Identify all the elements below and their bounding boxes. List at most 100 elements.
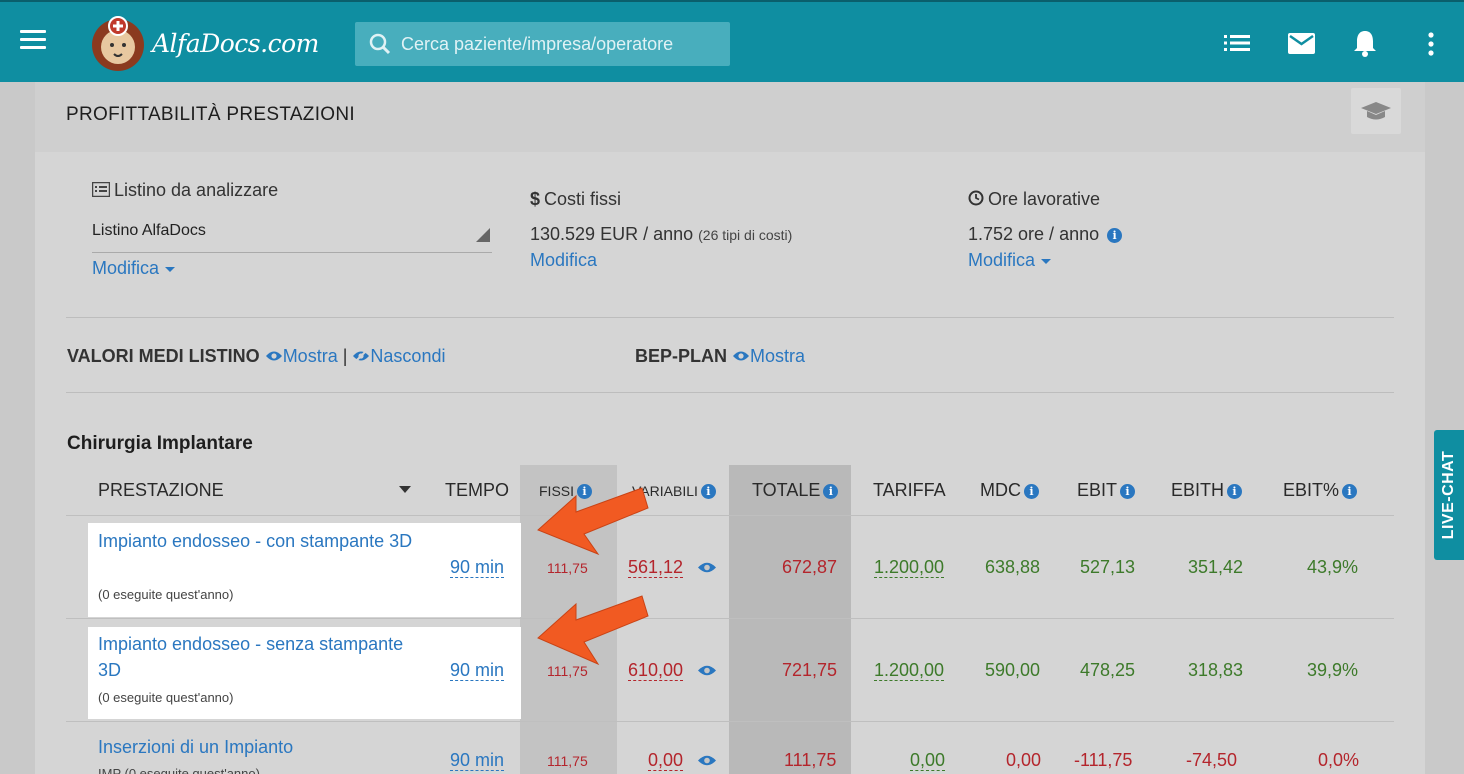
section-title: Chirurgia Implantare [67, 433, 253, 454]
table-cell-mdc: 590,00 [985, 660, 1041, 680]
costi-modifica-link[interactable]: Modifica [530, 250, 597, 271]
eye-icon[interactable] [697, 561, 717, 574]
table-cell-totale: 721,75 [782, 660, 838, 680]
table-cell-tariffa[interactable]: 1.200,00 [874, 557, 945, 578]
listino-label-text: Listino da analizzare [114, 180, 279, 200]
header-ebith: EBITH i [1171, 480, 1243, 501]
tempo-value[interactable]: 90 min [450, 660, 505, 681]
listino-modifica-text: Modifica [92, 258, 160, 278]
variabili-value[interactable]: 561,12 [628, 557, 684, 578]
header-totale-text: TOTALE [752, 480, 821, 500]
header-prestazione[interactable]: PRESTAZIONE [98, 480, 224, 501]
ore-label-text: Ore lavorative [988, 189, 1101, 209]
mostra-link[interactable]: Mostra [265, 346, 343, 366]
row-divider [66, 515, 1394, 516]
mail-icon[interactable] [1288, 33, 1315, 54]
costi-value-text: 130.529 EUR / anno [530, 224, 694, 244]
header-ebit-text: EBIT [1077, 480, 1118, 500]
dollar-icon: $ [530, 189, 541, 209]
header-tariffa: TARIFFA [873, 480, 946, 500]
valori-medi-row: VALORI MEDI LISTINO Mostra | Nascondi [67, 346, 445, 367]
tariffa-value[interactable]: 1.200,00 [874, 660, 945, 681]
ore-modifica-link[interactable]: Modifica [968, 250, 1052, 271]
valori-medi-label: VALORI MEDI LISTINO [67, 346, 260, 366]
toggle-separator: | [342, 346, 348, 366]
search-bar[interactable] [355, 22, 730, 66]
nascondi-link[interactable]: Nascondi [352, 346, 445, 366]
annotation-arrow-icon [537, 487, 649, 556]
search-input[interactable] [401, 33, 701, 55]
table-cell-tempo[interactable]: 90 min [450, 750, 505, 771]
ore-modifica-text: Modifica [968, 250, 1036, 270]
bell-icon[interactable] [1353, 29, 1377, 57]
top-bar: AlfaDocs.com [0, 0, 1464, 82]
brand-name: AlfaDocs.com [152, 28, 319, 58]
service-count: IMP (0 eseguite quest'anno) [98, 766, 260, 774]
list-alt-icon [91, 181, 111, 198]
table-cell-variabili[interactable]: 0,00 [648, 750, 684, 771]
info-icon[interactable]: i [1107, 228, 1123, 243]
live-chat-tab[interactable]: LIVE-CHAT [1434, 430, 1464, 560]
eye-icon[interactable] [697, 664, 717, 677]
info-icon[interactable]: i [1120, 484, 1136, 499]
info-icon[interactable]: i [1024, 484, 1039, 499]
mostra-text: Mostra [282, 346, 338, 366]
search-icon [369, 33, 391, 55]
table-cell-tempo[interactable]: 90 min [450, 660, 505, 681]
info-icon[interactable]: i [1227, 484, 1243, 499]
table-cell-tempo[interactable]: 90 min [450, 557, 505, 578]
graduation-cap-icon [1361, 102, 1391, 120]
info-icon[interactable]: i [823, 484, 839, 499]
panel-header: PROFITTABILITÀ PRESTAZIONI [35, 82, 1425, 152]
costi-value: 130.529 EUR / anno (26 tipi di costi) [530, 224, 792, 245]
eye-slash-icon [353, 349, 370, 363]
table-cell-totale: 672,87 [782, 557, 838, 577]
info-icon[interactable]: i [700, 484, 716, 499]
listino-modifica-link[interactable]: Modifica [92, 258, 176, 279]
info-icon[interactable]: i [1342, 484, 1358, 499]
divider [66, 317, 1394, 318]
table-cell-variabili[interactable]: 561,12 [628, 557, 684, 578]
table-cell-fissi: 111,75 [547, 753, 588, 769]
menu-icon[interactable] [20, 30, 46, 50]
service-name-link[interactable]: Impianto endosseo - con stampante 3D [98, 528, 418, 554]
tariffa-value[interactable]: 0,00 [910, 750, 946, 771]
table-cell-mdc: 638,88 [985, 557, 1041, 577]
select-arrow-icon[interactable] [476, 228, 490, 242]
bep-mostra-link[interactable]: Mostra [732, 346, 805, 366]
table-cell-ebit: -111,75 [1074, 750, 1133, 770]
caret-down-icon [165, 266, 176, 272]
divider [66, 392, 1394, 393]
header-ebit: EBIT i [1077, 480, 1136, 501]
main-panel: PROFITTABILITÀ PRESTAZIONI Listino da an… [35, 82, 1425, 774]
sort-caret-icon[interactable] [399, 486, 411, 493]
service-count: (0 eseguite quest'anno) [98, 690, 234, 705]
costi-note: (26 tipi di costi) [698, 227, 793, 243]
page-title: PROFITTABILITÀ PRESTAZIONI [66, 104, 355, 125]
tariffa-value[interactable]: 1.200,00 [874, 557, 945, 578]
table-cell-ebitp: 39,9% [1307, 660, 1359, 680]
table-cell-tariffa[interactable]: 0,00 [910, 750, 946, 771]
header-tempo: TEMPO [445, 480, 510, 500]
tutorial-button[interactable] [1351, 88, 1401, 134]
row-divider [66, 618, 1394, 619]
totale-column-bg [729, 465, 851, 774]
table-cell-ebitp: 0,0% [1318, 750, 1360, 770]
variabili-value[interactable]: 0,00 [648, 750, 684, 771]
table-cell-ebith: 351,42 [1188, 557, 1244, 577]
tempo-value[interactable]: 90 min [450, 557, 505, 578]
annotation-arrow-icon [537, 595, 649, 666]
tempo-value[interactable]: 90 min [450, 750, 505, 771]
listino-select[interactable]: Listino AlfaDocs [92, 222, 206, 240]
lion-logo-icon [92, 16, 144, 71]
service-name-link[interactable]: Inserzioni di un Impianto [98, 734, 418, 760]
logo[interactable]: AlfaDocs.com [88, 12, 319, 74]
more-vert-icon[interactable] [1427, 32, 1435, 56]
eye-icon[interactable] [697, 754, 717, 767]
table-cell-tariffa[interactable]: 1.200,00 [874, 660, 945, 681]
table-cell-totale: 111,75 [784, 750, 837, 770]
list-icon[interactable] [1224, 34, 1250, 52]
service-name-link[interactable]: Impianto endosseo - senza stampante 3D [98, 631, 418, 683]
table-cell-ebith: 318,83 [1188, 660, 1244, 680]
table-cell-ebitp: 43,9% [1307, 557, 1359, 577]
